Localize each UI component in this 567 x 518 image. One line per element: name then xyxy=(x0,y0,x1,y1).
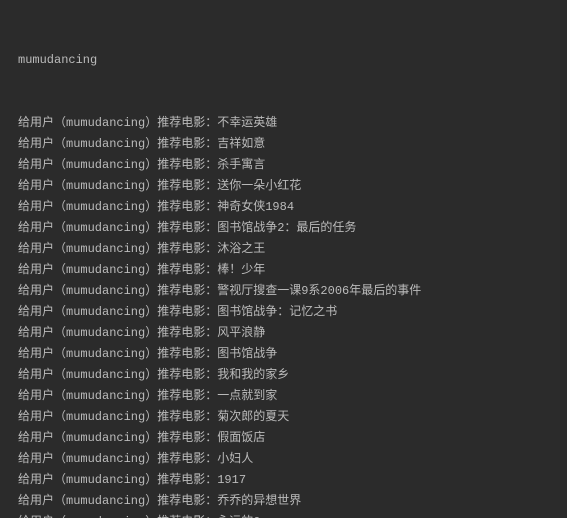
recommendation-line: 给用户（mumudancing）推荐电影：假面饭店 xyxy=(18,428,549,449)
recommendation-line: 给用户（mumudancing）推荐电影：图书馆战争：记忆之书 xyxy=(18,302,549,323)
recommendation-line: 给用户（mumudancing）推荐电影：棒！少年 xyxy=(18,260,549,281)
recommendation-line: 给用户（mumudancing）推荐电影：图书馆战争 xyxy=(18,344,549,365)
recommendation-line: 给用户（mumudancing）推荐电影：送你一朵小红花 xyxy=(18,176,549,197)
recommendation-line: 给用户（mumudancing）推荐电影：1917 xyxy=(18,470,549,491)
recommendation-line: 给用户（mumudancing）推荐电影：神奇女侠1984 xyxy=(18,197,549,218)
recommendation-line: 给用户（mumudancing）推荐电影：不幸运英雄 xyxy=(18,113,549,134)
recommendation-line: 给用户（mumudancing）推荐电影：警视厅搜查一课9系2006年最后的事件 xyxy=(18,281,549,302)
console-output: mumudancing 给用户（mumudancing）推荐电影：不幸运英雄给用… xyxy=(0,0,567,518)
recommendation-line: 给用户（mumudancing）推荐电影：沐浴之王 xyxy=(18,239,549,260)
recommendation-line: 给用户（mumudancing）推荐电影：小妇人 xyxy=(18,449,549,470)
recommendation-line: 给用户（mumudancing）推荐电影：一点就到家 xyxy=(18,386,549,407)
recommendation-line: 给用户（mumudancing）推荐电影：乔乔的异想世界 xyxy=(18,491,549,512)
header-line: mumudancing xyxy=(18,50,549,71)
recommendation-line: 给用户（mumudancing）推荐电影：风平浪静 xyxy=(18,323,549,344)
recommendation-line: 给用户（mumudancing）推荐电影：永远的0 xyxy=(18,512,549,518)
recommendation-line: 给用户（mumudancing）推荐电影：杀手寓言 xyxy=(18,155,549,176)
recommendation-list: 给用户（mumudancing）推荐电影：不幸运英雄给用户（mumudancin… xyxy=(18,113,549,518)
recommendation-line: 给用户（mumudancing）推荐电影：吉祥如意 xyxy=(18,134,549,155)
recommendation-line: 给用户（mumudancing）推荐电影：图书馆战争2：最后的任务 xyxy=(18,218,549,239)
recommendation-line: 给用户（mumudancing）推荐电影：我和我的家乡 xyxy=(18,365,549,386)
recommendation-line: 给用户（mumudancing）推荐电影：菊次郎的夏天 xyxy=(18,407,549,428)
